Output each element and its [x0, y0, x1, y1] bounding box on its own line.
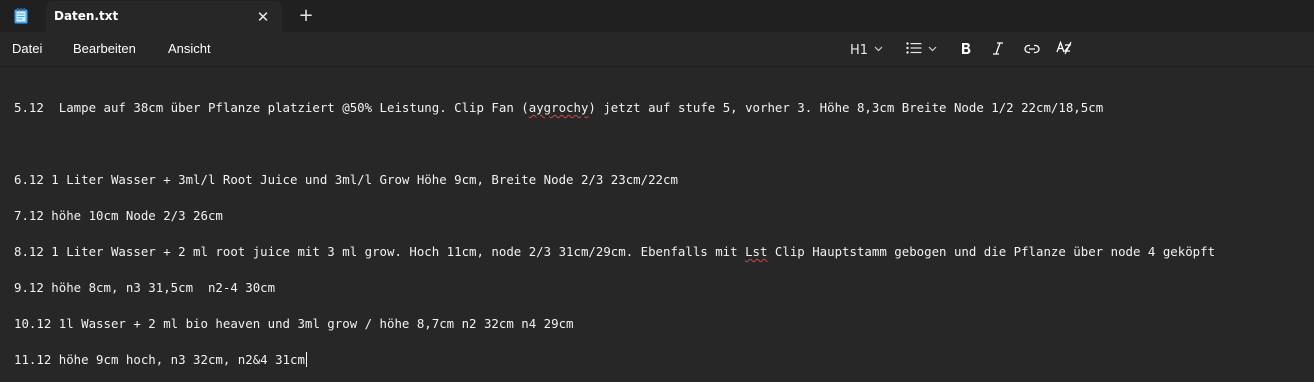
new-tab-button[interactable]: +	[295, 5, 317, 27]
text-line: 9.12 höhe 8cm, n3 31,5cm n2-4 30cm	[14, 280, 276, 295]
close-tab-button[interactable]: ✕	[252, 6, 274, 28]
text-line: 7.12 höhe 10cm Node 2/3 26cm	[14, 208, 223, 223]
italic-icon	[992, 41, 1004, 59]
tab-daten-txt[interactable]: Daten.txt ✕	[46, 1, 282, 32]
text-line: 5.12 Lampe auf 38cm über Pflanze platzie…	[14, 100, 1104, 115]
text-editor[interactable]: 5.12 Lampe auf 38cm über Pflanze platzie…	[14, 81, 1314, 381]
text-line	[14, 135, 1314, 153]
menu-view[interactable]: Ansicht	[168, 41, 211, 56]
list-dropdown[interactable]	[906, 39, 937, 61]
spellcheck-flagged-word[interactable]: Lst	[745, 244, 767, 259]
chevron-down-icon	[928, 45, 937, 55]
italic-button[interactable]	[992, 39, 1004, 61]
text-caret	[305, 352, 307, 367]
tab-title: Daten.txt	[54, 9, 119, 23]
chevron-down-icon	[874, 45, 883, 55]
toolbar-divider	[0, 66, 1314, 67]
bold-icon	[960, 42, 972, 59]
link-icon	[1024, 43, 1040, 58]
list-icon	[906, 42, 922, 58]
bold-button[interactable]	[960, 39, 972, 61]
notepad-app-icon	[14, 8, 28, 24]
text-line: 10.12 1l Wasser + 2 ml bio heaven und 3m…	[14, 316, 574, 331]
clear-formatting-button[interactable]	[1056, 39, 1072, 61]
heading-label: H1	[850, 42, 869, 58]
clear-formatting-icon	[1056, 40, 1072, 59]
text-line: 11.12 höhe 9cm hoch, n3 32cm, n2&4 31cm	[14, 352, 307, 367]
spellcheck-flagged-word[interactable]: aygrochy	[529, 100, 589, 115]
link-button[interactable]	[1024, 39, 1040, 61]
text-line: 6.12 1 Liter Wasser + 3ml/l Root Juice u…	[14, 172, 678, 187]
heading-dropdown[interactable]: H1	[850, 39, 883, 61]
title-bar: Daten.txt ✕ +	[0, 0, 1314, 32]
menu-edit[interactable]: Bearbeiten	[73, 41, 136, 56]
menu-file[interactable]: Datei	[12, 41, 42, 56]
text-line: 8.12 1 Liter Wasser + 2 ml root juice mi…	[14, 244, 1216, 259]
menu-bar: Datei Bearbeiten Ansicht H1	[0, 32, 1314, 66]
